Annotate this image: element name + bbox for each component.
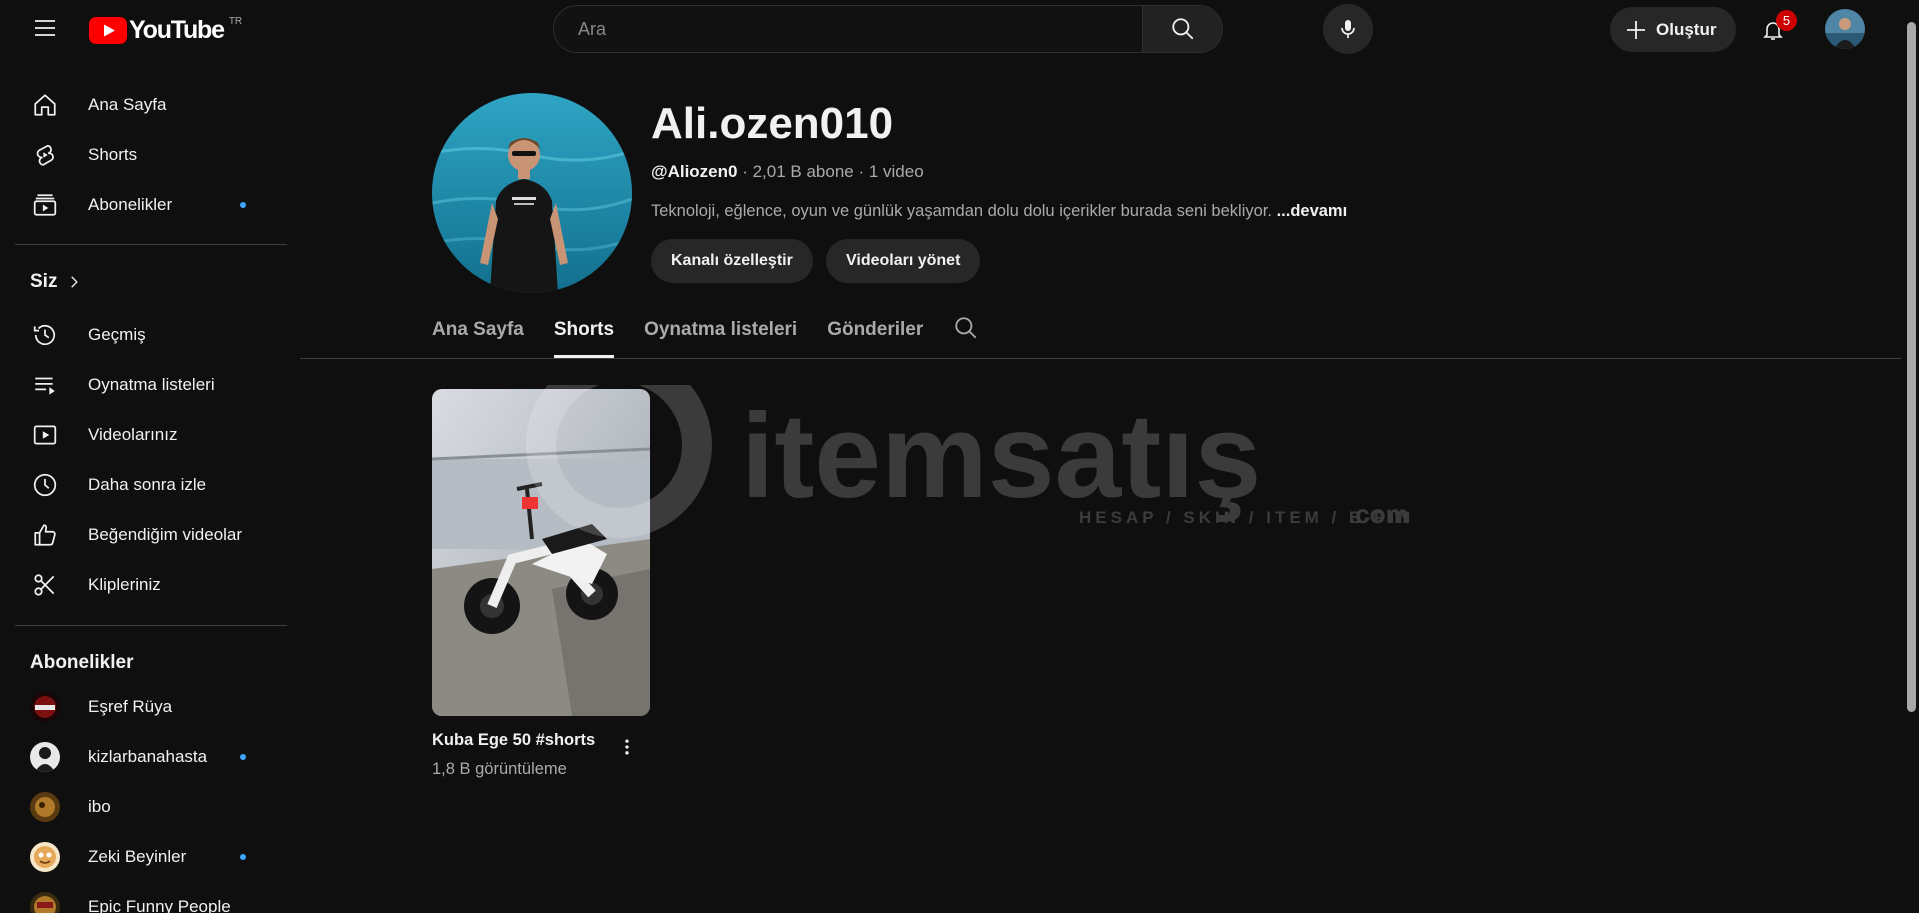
create-label: Oluştur — [1656, 19, 1717, 39]
search-icon — [1171, 18, 1193, 40]
sidebar-you-heading[interactable]: Siz — [30, 271, 81, 293]
tab-home[interactable]: Ana Sayfa — [432, 307, 524, 358]
voice-search-button[interactable] — [1323, 4, 1373, 54]
notification-count-badge: 5 — [1776, 10, 1797, 31]
youtube-logo[interactable]: YouTube TR — [89, 16, 243, 45]
sidebar-subscription-ibo[interactable]: ibo — [16, 782, 286, 832]
new-content-dot — [240, 202, 246, 208]
watch-later-icon — [16, 472, 74, 498]
sidebar-item-clips[interactable]: Klipleriniz — [16, 560, 286, 610]
tabs-divider — [300, 358, 1901, 359]
sidebar-item-label: kizlarbanahasta — [88, 747, 208, 766]
channel-name: Ali.ozen010 — [651, 99, 894, 148]
youtube-play-icon — [89, 17, 127, 44]
sidebar-item-label: Geçmiş — [88, 325, 146, 344]
tab-shorts[interactable]: Shorts — [553, 307, 615, 358]
sidebar-item-label: Zeki Beyinler — [88, 847, 187, 866]
top-bar: YouTube TR Oluştur 5 — [0, 0, 1919, 56]
sidebar: Ana Sayfa Shorts Abonelikler Siz Geçmiş … — [0, 56, 300, 913]
notifications-button[interactable]: 5 — [1753, 10, 1797, 50]
sidebar-item-label: Ana Sayfa — [88, 95, 167, 114]
channel-avatar — [30, 892, 60, 913]
sidebar-item-watch-later[interactable]: Daha sonra izle — [16, 460, 286, 510]
sidebar-item-your-videos[interactable]: Videolarınız — [16, 410, 286, 460]
sidebar-item-label: Videolarınız — [88, 425, 178, 444]
channel-avatar — [30, 742, 60, 772]
watermark-brand: itemsatış — [741, 389, 1261, 523]
channel-description[interactable]: Teknoloji, eğlence, oyun ve günlük yaşam… — [651, 202, 1347, 221]
sidebar-item-label: Shorts — [88, 145, 138, 164]
sidebar-item-label: Eşref Rüya — [88, 697, 173, 716]
short-view-count: 1,8 B görüntüleme — [432, 760, 567, 778]
microphone-icon — [1341, 20, 1355, 38]
short-thumbnail[interactable] — [432, 389, 650, 716]
page-scrollbar[interactable] — [1907, 22, 1916, 712]
channel-handle: @Aliozen0 — [651, 162, 738, 181]
sidebar-item-label: Klipleriniz — [88, 575, 161, 594]
home-icon — [16, 92, 74, 118]
new-content-dot — [240, 754, 246, 760]
sidebar-item-shorts[interactable]: Shorts — [16, 130, 286, 180]
channel-avatar — [30, 842, 60, 872]
sidebar-item-label: Epic Funny People — [88, 897, 231, 913]
liked-videos-icon — [16, 522, 74, 548]
sidebar-subscription-epic-funny-people[interactable]: Epic Funny People — [16, 882, 286, 913]
tab-playlists[interactable]: Oynatma listeleri — [644, 307, 797, 358]
channel-meta: @Aliozen0 · 2,01 B abone · 1 video — [651, 162, 924, 182]
sidebar-item-label: Oynatma listeleri — [88, 375, 215, 394]
subscriptions-heading-label: Abonelikler — [30, 652, 134, 673]
sidebar-subscription-kizlarbanahasta[interactable]: kizlarbanahasta — [16, 732, 286, 782]
channel-avatar — [30, 692, 60, 722]
logo-country-code: TR — [228, 16, 243, 27]
plus-icon — [1627, 20, 1645, 39]
playlists-icon — [16, 372, 74, 398]
chevron-right-icon — [71, 276, 79, 288]
manage-videos-button[interactable]: Videoları yönet — [826, 239, 981, 283]
create-button[interactable]: Oluştur — [1610, 7, 1737, 52]
sidebar-item-subscriptions[interactable]: Abonelikler — [16, 180, 286, 230]
sidebar-item-history[interactable]: Geçmiş — [16, 310, 286, 360]
sidebar-divider — [15, 244, 287, 245]
sidebar-item-home[interactable]: Ana Sayfa — [16, 80, 286, 130]
search-button[interactable] — [1142, 6, 1222, 52]
subscriptions-icon — [16, 192, 74, 218]
watermark-suffix: .com — [1348, 499, 1409, 529]
sidebar-subscriptions-heading: Abonelikler — [30, 652, 133, 674]
channel-description-text: Teknoloji, eğlence, oyun ve günlük yaşam… — [651, 202, 1272, 220]
more-link[interactable]: ...devamı — [1277, 202, 1348, 220]
more-options-icon[interactable] — [615, 735, 639, 759]
search-bar — [553, 5, 1223, 53]
account-avatar[interactable] — [1825, 9, 1865, 49]
your-videos-icon — [16, 422, 74, 448]
search-icon — [955, 317, 977, 339]
new-content-dot — [240, 854, 246, 860]
sidebar-item-label: Beğendiğim videolar — [88, 525, 243, 544]
channel-search-button[interactable] — [953, 307, 979, 358]
channel-avatar-large[interactable] — [432, 93, 632, 293]
customize-channel-button[interactable]: Kanalı özelleştir — [651, 239, 813, 283]
sidebar-divider — [15, 625, 287, 626]
tab-posts[interactable]: Gönderiler — [827, 307, 923, 358]
watermark-tagline: HESAP / SKIN / ITEM / E-PIN — [1079, 508, 1414, 527]
channel-tabs: Ana Sayfa Shorts Oynatma listeleri Gönde… — [432, 307, 1009, 358]
history-icon — [16, 322, 74, 348]
sidebar-item-label: ibo — [88, 797, 111, 816]
channel-avatar — [30, 792, 60, 822]
sidebar-subscription-zeki-beyinler[interactable]: Zeki Beyinler — [16, 832, 286, 882]
menu-icon[interactable] — [25, 12, 65, 44]
sidebar-subscription-esref-ruya[interactable]: Eşref Rüya — [16, 682, 286, 732]
search-input[interactable] — [554, 6, 1142, 52]
scissors-icon — [16, 572, 74, 598]
sidebar-item-liked-videos[interactable]: Beğendiğim videolar — [16, 510, 286, 560]
short-title[interactable]: Kuba Ege 50 #shorts — [432, 731, 595, 750]
sidebar-item-label: Abonelikler — [88, 195, 173, 214]
you-heading-label: Siz — [30, 271, 58, 292]
logo-text: YouTube — [129, 16, 225, 44]
sidebar-item-playlists[interactable]: Oynatma listeleri — [16, 360, 286, 410]
sidebar-item-label: Daha sonra izle — [88, 475, 207, 494]
shorts-icon — [16, 142, 74, 168]
channel-stats: · 2,01 B abone · 1 video — [737, 162, 924, 181]
